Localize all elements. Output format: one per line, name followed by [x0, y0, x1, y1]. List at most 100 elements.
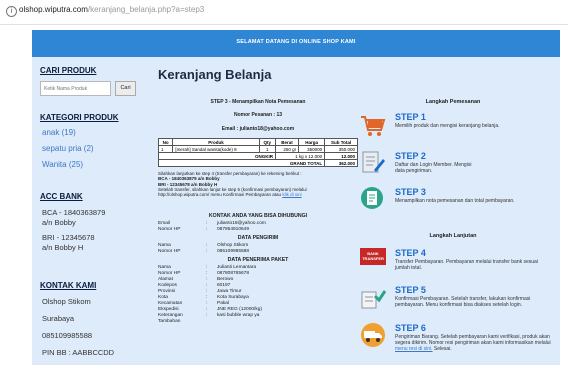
order-email: Email : julianto18@yahoo.com — [221, 126, 295, 132]
field-value: Pakal — [217, 301, 229, 306]
step-5-desc: Konfirmasi Pembayaran. Setelah transfer,… — [395, 296, 531, 308]
colon: : — [206, 249, 208, 254]
delivery-truck-icon — [361, 323, 385, 347]
contact-heading: KONTAK KAMI — [40, 281, 97, 290]
step-5-title: STEP 5 — [395, 285, 426, 295]
column-header: Harga — [298, 138, 326, 146]
field-label: Nomor HP — [158, 271, 181, 276]
next-steps-heading: Langkah Lanjutan — [429, 233, 477, 239]
colon: : — [206, 283, 208, 288]
step-2-desc: Daftar dan Login Member. Mengisi data pe… — [395, 162, 472, 174]
shipping-row: ONGKIR 1 kg x 12.000 12.000 — [158, 152, 358, 160]
field-label: Kodepos — [158, 283, 177, 288]
search-input[interactable] — [40, 81, 111, 96]
shipping-receipt-link[interactable]: menu resi di sini. — [395, 346, 433, 352]
contact-line: Olshop Stikom — [42, 297, 91, 306]
step-4-desc: Transfer Pembayaran. Pembayaran melalui … — [395, 259, 538, 271]
shipping-label: ONGKIR — [158, 152, 276, 160]
colon: : — [206, 307, 208, 312]
step-6-title: STEP 6 — [395, 323, 426, 333]
contact-line: Surabaya — [42, 314, 75, 323]
field-label: Nomor HP — [158, 227, 181, 232]
colon: : — [206, 227, 208, 232]
grand-total-value: 362.000 — [324, 159, 358, 167]
grand-total-row: GRAND TOTAL 362.000 — [157, 159, 358, 167]
category-link-anak[interactable]: anak (19) — [42, 128, 76, 137]
column-header: Produk — [172, 138, 260, 146]
colon: : — [206, 221, 208, 226]
shopping-cart-icon — [361, 116, 386, 136]
url-domain: olshop.wiputra.com — [19, 5, 88, 14]
site-banner: SELAMAT DATANG DI ONLINE SHOP KAMI — [32, 30, 560, 57]
browser-address-bar[interactable]: i olshop.wiputra.com/keranjang_belanja.p… — [0, 0, 568, 25]
sender-section-title: DATA PENGIRIM — [237, 235, 279, 241]
info-icon[interactable]: i — [6, 6, 17, 17]
field-label: Email — [158, 221, 170, 226]
field-label: Nama — [158, 265, 171, 270]
column-header: Sub Total — [324, 138, 358, 146]
category-heading: KATEGORI PRODUK — [40, 113, 119, 122]
invoice-icon — [361, 187, 383, 209]
banner-text: SELAMAT DATANG DI ONLINE SHOP KAMI — [236, 39, 356, 45]
column-header: Qty — [258, 138, 276, 146]
grand-total-label: GRAND TOTAL — [157, 159, 326, 167]
payment-confirmation-icon — [361, 290, 386, 309]
category-link-wanita[interactable]: Wanita (25) — [42, 160, 83, 169]
table-cell: 1 — [258, 145, 276, 153]
step-6-desc: Pengiriman Barang. Setelah pembayaran ka… — [395, 334, 553, 352]
field-label: Nama — [158, 243, 171, 248]
confirmation-link[interactable]: klik di sini — [282, 192, 301, 197]
shipping-detail: 1 kg x 12.000 — [274, 152, 326, 160]
field-value: 085109985588 — [217, 249, 250, 254]
step-3-title: STEP 3 — [395, 187, 426, 197]
bank-account-number: BRI - 12345678 — [42, 233, 95, 242]
step-1-desc: Memilih produk dan mengisi keranjang bel… — [395, 123, 500, 129]
field-label: Nomor HP — [158, 249, 181, 254]
colon: : — [206, 243, 208, 248]
edit-form-icon — [362, 151, 385, 173]
step-3-desc: Menampilkan nota pemesanan dan total pem… — [395, 198, 515, 204]
category-link-sepatu-pria[interactable]: sepatu pria (2) — [42, 144, 94, 153]
field-value: Julianti Lemantara — [217, 265, 257, 270]
page-title: Keranjang Belanja — [158, 67, 272, 82]
colon: : — [206, 265, 208, 270]
field-value: Olshop Stikom — [217, 243, 249, 248]
bank-account-name: a/n Bobby — [42, 218, 76, 227]
step-title: STEP 3 - Menampilkan Nota Pemesanan — [210, 99, 306, 105]
table-cell: 350000 — [298, 145, 326, 153]
field-value: julianto18@yahoo.com — [217, 221, 266, 226]
step-2-title: STEP 2 — [395, 151, 426, 161]
step-1-title: STEP 1 — [395, 112, 426, 122]
step-6-tail: Selesai. — [433, 346, 452, 352]
field-value: 087808765678 — [217, 271, 250, 276]
field-value: Berowo — [217, 277, 234, 282]
contact-line: PIN BB : AABBCCDD — [42, 348, 115, 357]
contact-line: 085109985588 — [42, 331, 93, 340]
field-label: Kecamatan — [158, 301, 183, 306]
table-header-row: No Produk Qty Berat Harga Sub Total — [157, 138, 358, 146]
colon: : — [206, 277, 208, 282]
field-value: kasi bubble wrap ya — [217, 313, 260, 318]
field-label: Provinsi — [158, 289, 176, 294]
search-button[interactable]: Cari — [115, 81, 136, 96]
order-table: No Produk Qty Berat Harga Sub Total 1 [m… — [157, 138, 358, 167]
table-cell: 1 — [157, 145, 174, 153]
colon: : — [206, 271, 208, 276]
table-row: 1 [merah] Sandal wanita(kode) 8 1 250 gr… — [157, 145, 358, 153]
recipient-section-title: DATA PENERIMA PAKET — [227, 257, 289, 263]
colon: : — [206, 313, 208, 318]
order-steps-heading: Langkah Pemesanan — [425, 99, 481, 105]
field-label: Ekspedisi — [158, 307, 179, 312]
field-value: 087854910649 — [217, 227, 250, 232]
field-value: 60197 — [217, 283, 231, 288]
order-number: Nomor Pesanan : 13 — [233, 112, 283, 118]
bank-transfer-icon: BANK TRANSFER — [360, 248, 386, 265]
search-heading: CARI PRODUK — [40, 66, 97, 75]
colon: : — [206, 301, 208, 306]
url-path: /keranjang_belanja.php?a=step3 — [87, 5, 205, 14]
shipping-value: 12.000 — [324, 152, 358, 160]
url-text[interactable]: olshop.wiputra.com/keranjang_belanja.php… — [19, 5, 204, 14]
field-label: Keterangan Tambahan — [158, 313, 183, 324]
table-cell: 350.000 — [324, 145, 358, 153]
field-value: JNE REG (12000/kg) — [217, 307, 263, 312]
